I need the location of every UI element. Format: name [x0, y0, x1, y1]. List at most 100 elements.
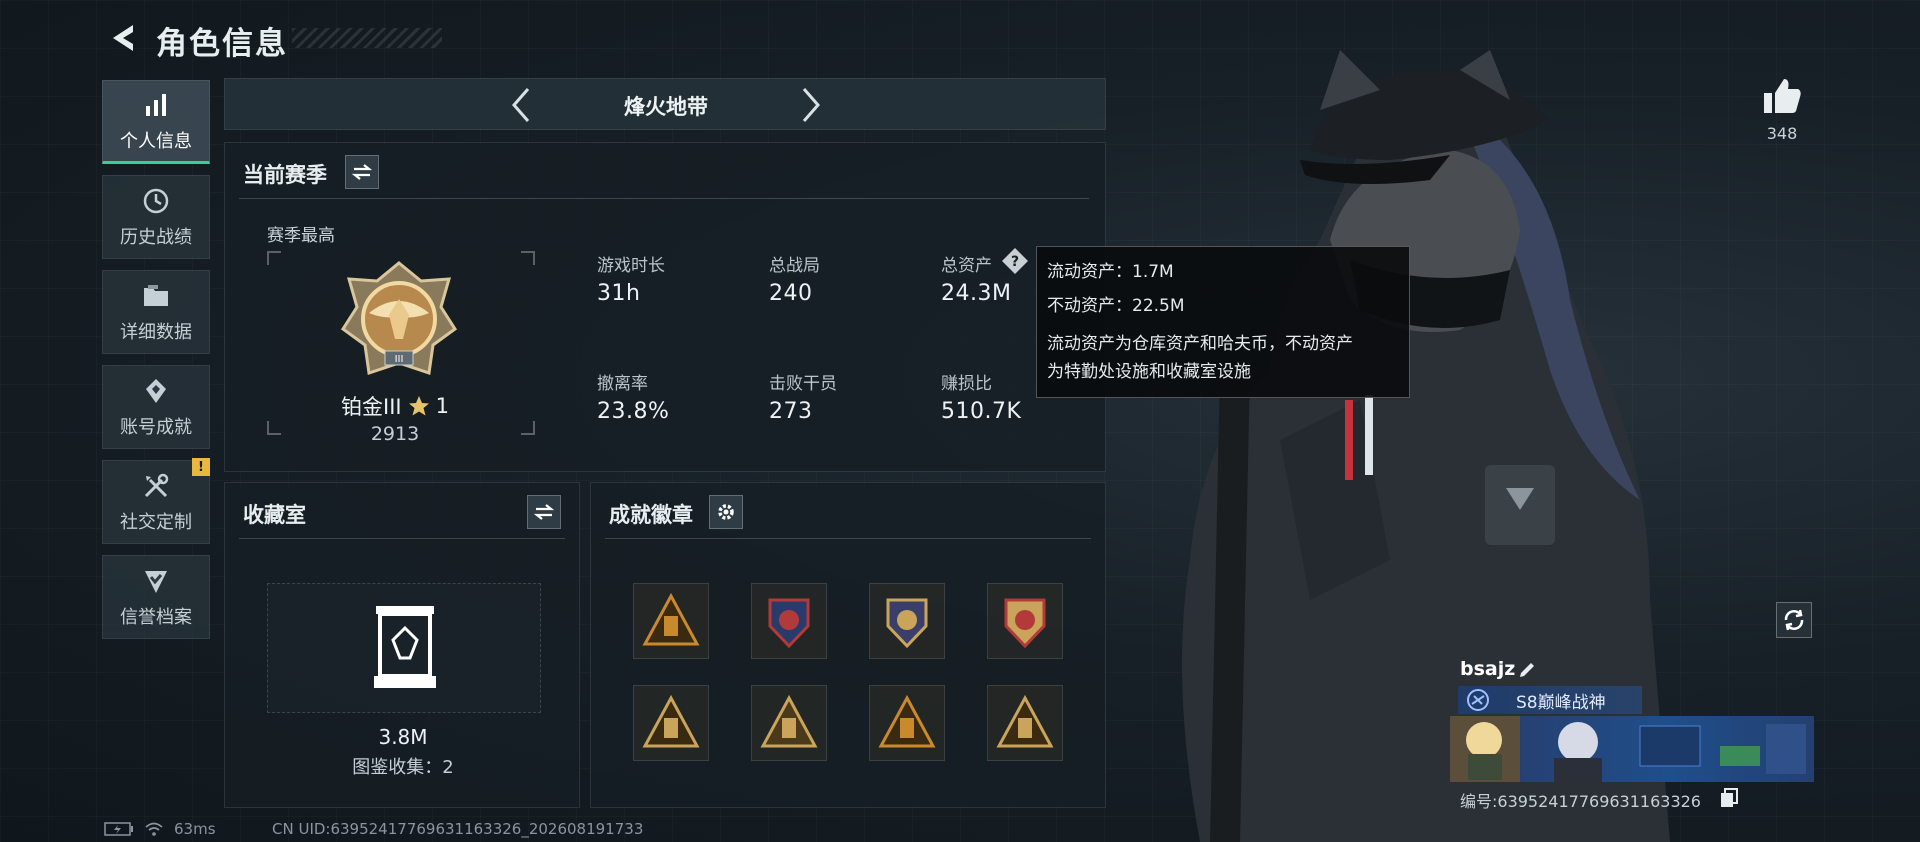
shield-check-icon [140, 565, 172, 597]
sidebar-item-label: 历史战绩 [120, 227, 192, 248]
notice-badge: ! [192, 458, 210, 476]
collection-switch-button[interactable] [527, 495, 561, 529]
player-title: S8巅峰战神 [1516, 692, 1606, 713]
sidebar-item-label: 信誉档案 [120, 607, 192, 628]
badge-emblem-icon [878, 694, 936, 748]
achievement-badge-3[interactable] [869, 583, 945, 659]
battery-icon [104, 822, 133, 836]
pencil-icon [1520, 663, 1534, 677]
badge-emblem-icon [768, 598, 810, 649]
achievement-badge-2[interactable] [751, 583, 827, 659]
collection-title: 收藏室 [243, 503, 306, 527]
thumbs-up-icon [1764, 79, 1801, 113]
season-switch-button[interactable] [345, 155, 379, 189]
swap-icon [534, 504, 554, 520]
next-mode-button[interactable] [791, 85, 831, 125]
screen: 角色信息 个人信息 历史战绩 详细数据 账号成就 社交定制 ! 信誉档案 烽火地… [0, 0, 1920, 842]
copy-id-button[interactable] [1720, 788, 1738, 808]
stat-label: 总战局 [769, 256, 820, 276]
wifi-icon [145, 822, 163, 836]
like-count: 348 [1766, 124, 1798, 143]
season-panel: 当前赛季 赛季最高 III 铂金III 1 2913 游戏时长 31h 总战局 … [224, 142, 1106, 472]
tooltip-fixed-assets: 不动资产：22.5M [1047, 296, 1185, 316]
sidebar-item-credit-record[interactable]: 信誉档案 [102, 555, 210, 639]
badge-emblem-icon [642, 592, 700, 646]
page-title: 角色信息 [156, 26, 288, 62]
rank-emblem: III [337, 259, 461, 383]
collection-panel: 收藏室 3.8M 图鉴收集：2 [224, 482, 580, 808]
stat-value-total-assets: 24.3M [941, 281, 1012, 306]
frame-corner [267, 251, 281, 265]
chevron-right-icon [802, 88, 820, 122]
collection-preview[interactable] [267, 583, 541, 713]
badge-emblem-icon [1004, 598, 1046, 649]
stat-value-total-matches: 240 [769, 281, 813, 306]
gear-icon [718, 504, 734, 520]
badge-emblem-icon [642, 694, 700, 748]
rank-name: 铂金III [341, 395, 402, 419]
achievement-badge-8[interactable] [987, 685, 1063, 761]
badge-emblem-icon [886, 598, 928, 649]
tooltip-desc-1: 流动资产为仓库资产和哈夫币，不动资产 [1047, 334, 1353, 354]
svg-text:III: III [395, 354, 404, 365]
stat-label: 游戏时长 [597, 256, 665, 276]
like-button[interactable] [1758, 74, 1806, 118]
sidebar-item-label: 详细数据 [120, 322, 192, 343]
achievement-badge-4[interactable] [987, 583, 1063, 659]
help-icon: ? [1002, 248, 1028, 274]
achievements-settings-button[interactable] [709, 495, 743, 529]
tools-icon [140, 470, 172, 502]
stat-label: 击败干员 [769, 374, 837, 394]
sidebar-item-label: 个人信息 [120, 131, 192, 152]
rotate-view-button[interactable] [1776, 602, 1812, 638]
title-decoration [292, 28, 442, 48]
tooltip-desc-2: 为特勤处设施和收藏室设施 [1047, 362, 1251, 382]
sidebar-item-account-achievements[interactable]: 账号成就 [102, 365, 210, 449]
folder-icon [140, 280, 172, 312]
player-banner [1450, 716, 1814, 782]
stat-label: 撤离率 [597, 374, 648, 394]
divider [605, 538, 1091, 539]
mode-selector: 烽火地带 [224, 78, 1106, 130]
clock-icon [140, 185, 172, 217]
asset-tooltip: 流动资产：1.7M 不动资产：22.5M 流动资产为仓库资产和哈夫币，不动资产 … [1036, 246, 1410, 398]
achievements-panel: 成就徽章 [590, 482, 1106, 808]
title-emblem-icon [1464, 686, 1492, 714]
swap-icon [352, 164, 372, 180]
sidebar-item-label: 社交定制 [120, 512, 192, 533]
season-best-label: 赛季最高 [267, 226, 335, 246]
sidebar-item-history[interactable]: 历史战绩 [102, 175, 210, 259]
star-icon [408, 396, 429, 416]
badge-emblem-icon [996, 694, 1054, 748]
season-title: 当前赛季 [243, 163, 327, 187]
badge-emblem-icon [760, 694, 818, 748]
divider [239, 538, 565, 539]
frame-corner [521, 251, 535, 265]
sidebar-item-label: 账号成就 [120, 417, 192, 438]
stat-label: 总资产 [941, 256, 992, 276]
achievement-badge-7[interactable] [869, 685, 945, 761]
sidebar-item-detailed-data[interactable]: 详细数据 [102, 270, 210, 354]
edit-name-button[interactable] [1516, 659, 1538, 681]
sidebar-item-personal-info[interactable]: 个人信息 [102, 80, 210, 164]
tooltip-liquid-assets: 流动资产：1.7M [1047, 262, 1174, 282]
ping-value: 63ms [174, 820, 216, 838]
rank-stars: 1 [435, 394, 449, 418]
achievement-badge-5[interactable] [633, 685, 709, 761]
stat-value-playtime: 31h [597, 281, 641, 306]
player-id: 编号:6395241776963116332​6 [1460, 792, 1701, 811]
achievement-badge-1[interactable] [633, 583, 709, 659]
rank-name-row: 铂金III 1 [225, 391, 565, 421]
stat-value-extract-rate: 23.8% [597, 399, 670, 424]
achievements-title: 成就徽章 [609, 503, 693, 527]
help-button[interactable]: ? [1001, 247, 1029, 275]
status-bar: 63ms [104, 820, 216, 838]
stat-label: 赚损比 [941, 374, 992, 394]
back-button[interactable] [102, 20, 142, 56]
divider [239, 198, 1089, 199]
bar-chart-icon [140, 89, 172, 121]
achievement-badge-6[interactable] [751, 685, 827, 761]
copy-icon [1721, 788, 1738, 807]
svg-text:?: ? [1011, 254, 1019, 270]
player-title-bar: S8巅峰战神 [1458, 686, 1642, 714]
